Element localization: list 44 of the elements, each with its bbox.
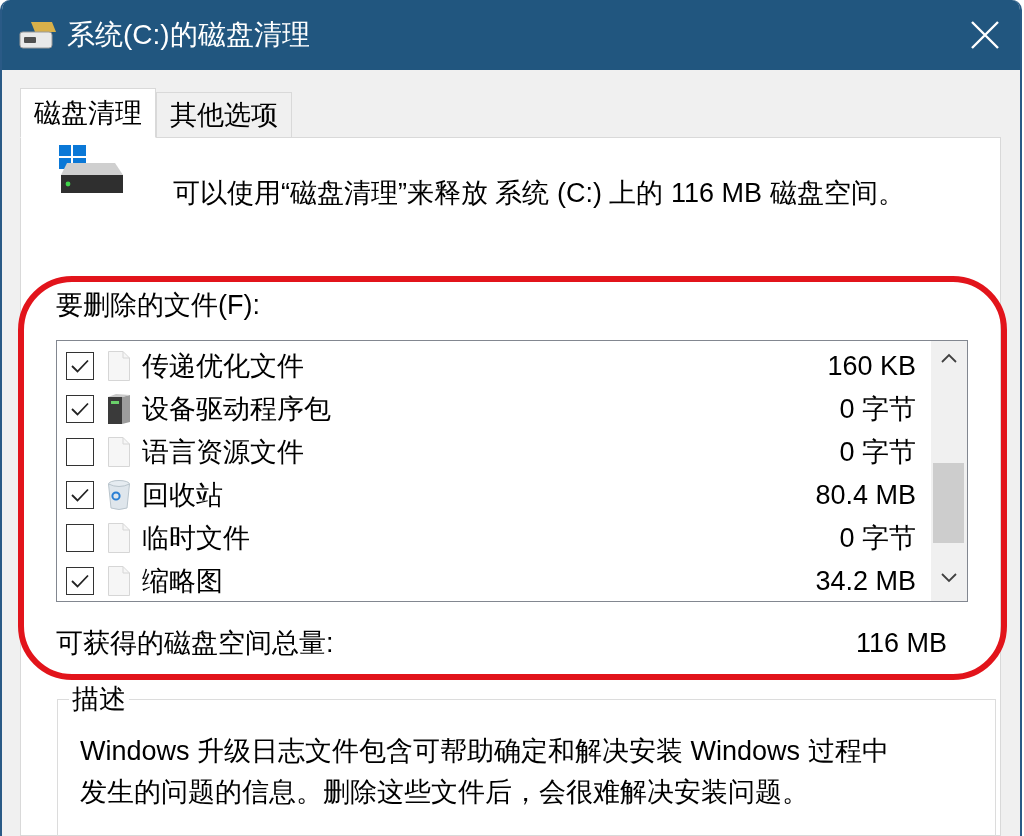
scrollbar[interactable] [931, 341, 967, 601]
tab[interactable]: 其他选项 [156, 92, 292, 138]
chevron-down-icon[interactable] [941, 573, 957, 583]
close-icon [971, 21, 999, 49]
total-label: 可获得的磁盘空间总量: [56, 627, 334, 660]
files-label: 要删除的文件(F): [56, 289, 261, 322]
window-title: 系统(C:)的磁盘清理 [67, 18, 310, 52]
file-icon [108, 350, 130, 381]
group-label: 描述 [71, 683, 127, 716]
file-icon [108, 522, 130, 553]
computer-tower-icon [108, 393, 130, 424]
description-text: Windows 升级日志文件包含可帮助确定和解决安装 Windows 过程中 发生的问题的信息。删除这些文件后，会很难解决安装问题。 [80, 735, 890, 809]
file-size: 0 字节 [839, 436, 916, 467]
checkmark-icon [71, 358, 89, 373]
scrollbar-thumb[interactable] [933, 463, 964, 543]
file-icon [108, 565, 130, 596]
checkmark-icon [71, 487, 89, 502]
checkbox[interactable] [66, 351, 94, 380]
file-category-name[interactable]: 回收站 [142, 479, 816, 510]
total-value: 116 MB [855, 627, 947, 660]
chevron-up-icon[interactable] [941, 353, 957, 363]
drive-icon [59, 145, 123, 193]
checkmark-icon [71, 573, 89, 588]
checkbox[interactable] [66, 437, 94, 466]
file-size: 160 KB [827, 350, 916, 381]
file-size: 0 字节 [839, 393, 916, 424]
file-size: 34.2 MB [815, 565, 916, 596]
file-category-name[interactable]: 语言资源文件 [142, 436, 840, 467]
file-category-name[interactable]: 缩略图 [142, 565, 816, 596]
checkbox[interactable] [66, 523, 94, 552]
checkbox[interactable] [66, 480, 94, 509]
file-icon [108, 436, 130, 467]
file-category-name[interactable]: 临时文件 [142, 522, 840, 553]
recycle-bin-icon [108, 479, 130, 510]
checkmark-icon [71, 401, 89, 416]
file-category-name[interactable]: 设备驱动程序包 [142, 393, 840, 424]
file-size: 80.4 MB [815, 479, 916, 510]
drive-brush-icon [19, 21, 57, 49]
file-category-name[interactable]: 传递优化文件 [142, 350, 828, 381]
checkbox[interactable] [66, 566, 94, 595]
file-size: 0 字节 [839, 522, 916, 553]
checkbox[interactable] [66, 394, 94, 423]
summary-text: 可以使用“磁盘清理”来释放 系统 (C:) 上的 116 MB 磁盘空间。 [173, 177, 905, 210]
tab[interactable]: 磁盘清理 [20, 88, 156, 138]
